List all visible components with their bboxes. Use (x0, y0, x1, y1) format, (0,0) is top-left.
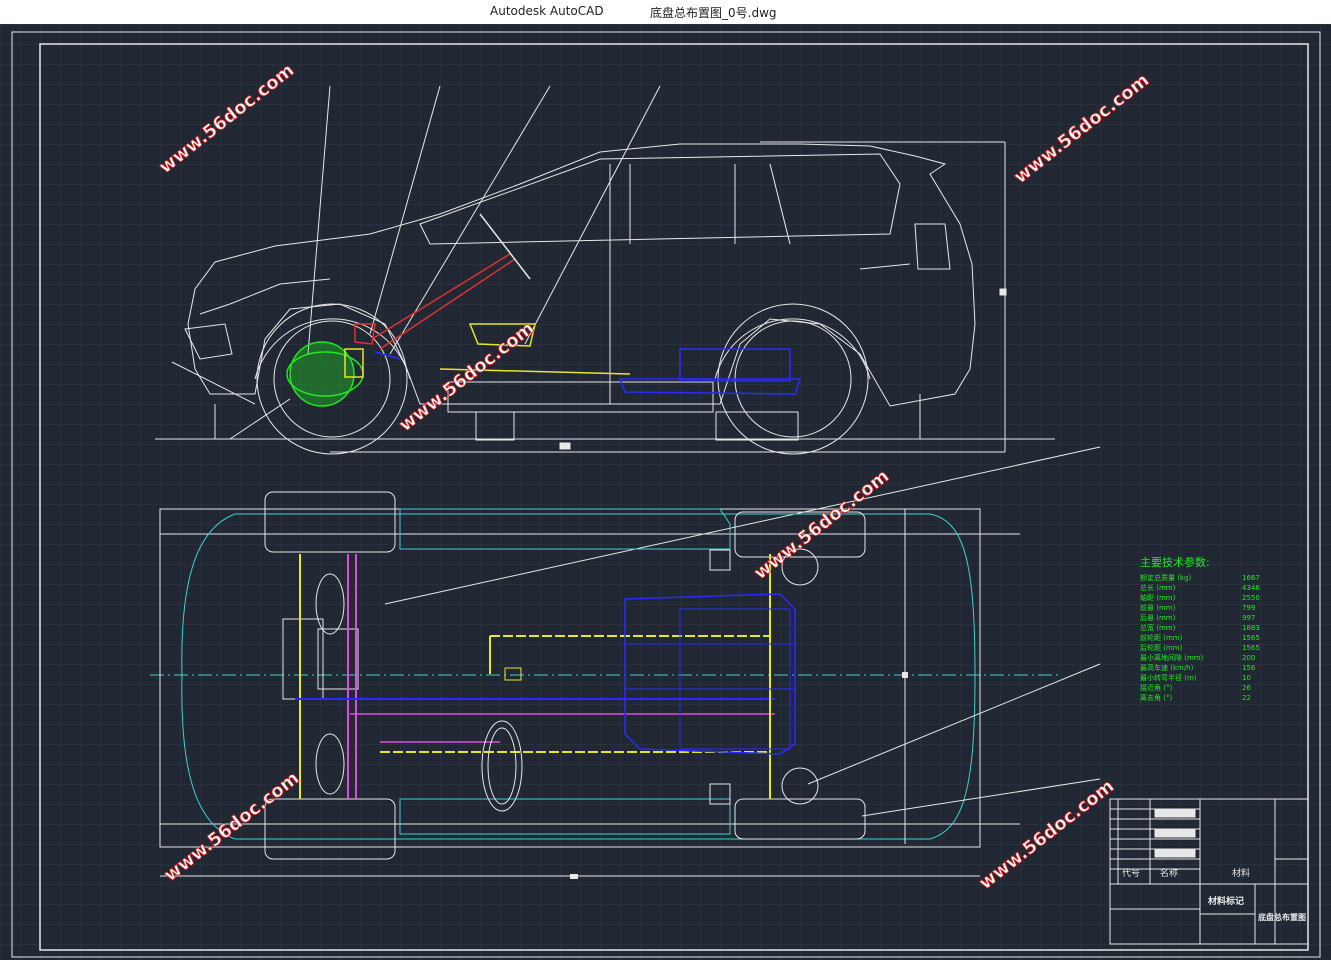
spec-label: 后悬 (mm) (1140, 613, 1176, 622)
spec-value: 2550 (1242, 594, 1260, 602)
spec-label: 最高车速 (km/h) (1140, 663, 1194, 672)
spec-value: 200 (1242, 654, 1255, 662)
spec-value: 156 (1242, 664, 1256, 672)
spec-label: 离去角 (°) (1140, 693, 1172, 702)
spec-value: 22 (1242, 694, 1251, 702)
spec-value: 26 (1242, 684, 1251, 692)
spec-value: 10 (1242, 674, 1251, 682)
spec-label: 最小转弯半径 (m) (1140, 673, 1197, 682)
drawing-title: 底盘总布置图 (1257, 912, 1306, 922)
specs-title: 主要技术参数: (1140, 555, 1210, 569)
drawing-svg[interactable]: 主要技术参数: 额定总质量 (kg) 1667 总长 (mm) 4346 轴距 (m… (0, 24, 1331, 960)
name-header: 名称 (1160, 867, 1178, 879)
spec-label: 后轮距 (mm) (1140, 643, 1183, 652)
material-mark: 材料标记 (1207, 895, 1244, 907)
material-header: 材料 (1232, 867, 1250, 879)
code-header: 代号 (1122, 868, 1140, 879)
spec-label: 额定总质量 (kg) (1140, 573, 1191, 582)
app-name: Autodesk AutoCAD (490, 4, 604, 18)
spec-value: 1883 (1242, 624, 1260, 632)
spec-label: 前轮距 (mm) (1140, 633, 1183, 642)
spec-value: 1667 (1242, 574, 1260, 582)
spec-value: 997 (1242, 614, 1255, 622)
spec-value: 1565 (1242, 634, 1260, 642)
spec-value: 1565 (1242, 644, 1260, 652)
spec-label: 总长 (mm) (1140, 583, 1176, 592)
spec-label: 总宽 (mm) (1140, 623, 1176, 632)
drawing-canvas[interactable]: 主要技术参数: 额定总质量 (kg) 1667 总长 (mm) 4346 轴距 (m… (0, 24, 1331, 960)
spec-value: 799 (1242, 604, 1255, 612)
spec-label: 接近角 (°) (1140, 683, 1172, 692)
grid (0, 24, 1331, 960)
spec-label: 前悬 (mm) (1140, 603, 1176, 612)
spec-label: 最小离地间隙 (mm) (1140, 653, 1204, 662)
title-bar: Autodesk AutoCAD 底盘总布置图_0号.dwg (0, 0, 1331, 25)
spec-value: 4346 (1242, 584, 1260, 592)
spec-label: 轴距 (mm) (1140, 593, 1176, 602)
file-name: 底盘总布置图_0号.dwg (650, 6, 777, 20)
